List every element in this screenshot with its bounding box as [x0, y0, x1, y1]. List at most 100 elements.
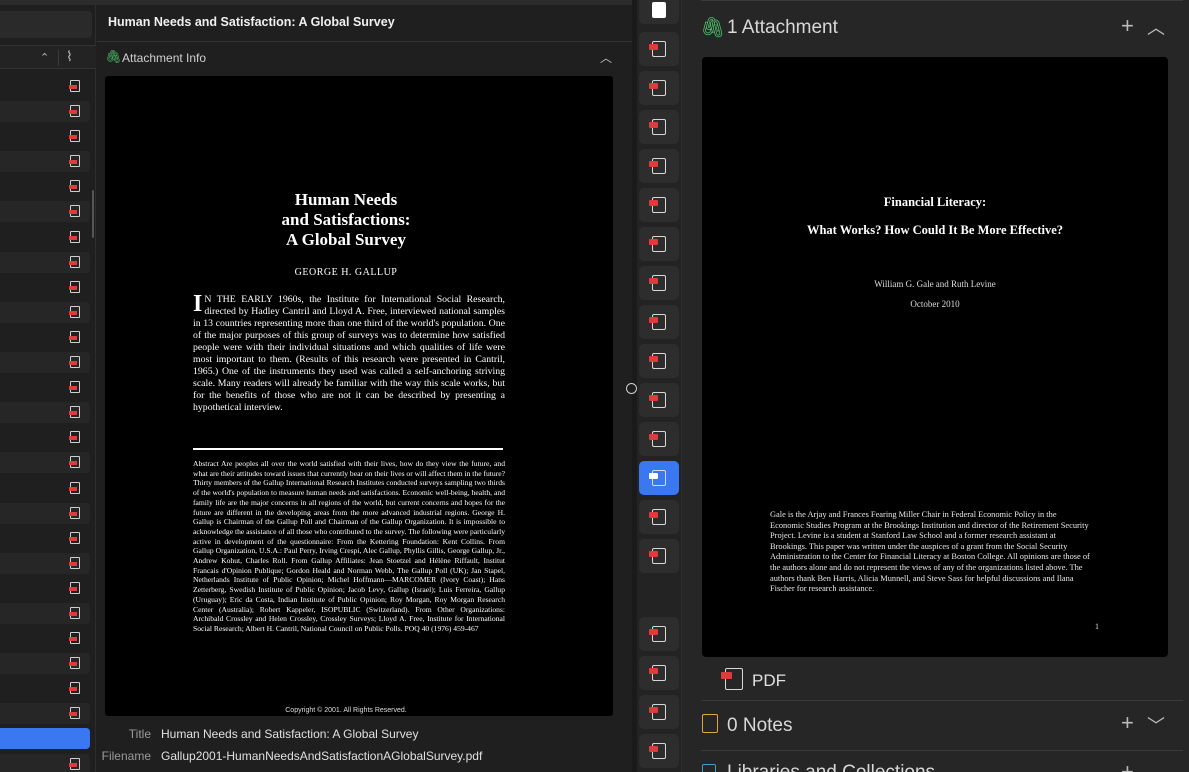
page-thumbnail[interactable]: [639, 656, 679, 690]
pdf-icon: [649, 470, 666, 486]
libraries-title: Libraries and Collections: [727, 762, 935, 772]
pdf-icon: [69, 356, 80, 369]
pdf-icon: [69, 481, 80, 494]
attachment-info-header[interactable]: 🖇 Attachment Info ︿: [97, 46, 632, 68]
page-thumbnail[interactable]: [639, 305, 679, 339]
pdf-icon: [69, 657, 80, 670]
pdf-icon: [649, 275, 666, 291]
meta-key: Filename: [101, 749, 151, 763]
list-item[interactable]: [0, 651, 96, 676]
pdf-icon: [69, 280, 80, 293]
add-collection-button[interactable]: +: [1121, 759, 1134, 772]
pdf-icon: [69, 431, 80, 444]
list-item[interactable]: [0, 149, 96, 174]
list-item[interactable]: [0, 701, 96, 726]
chevron-up-icon[interactable]: ︿: [1147, 760, 1165, 772]
pdf-icon: [649, 392, 666, 408]
notes-header[interactable]: 0 Notes + ﹀: [700, 706, 1180, 742]
list-item[interactable]: [0, 275, 96, 300]
page-thumbnail[interactable]: [639, 422, 679, 456]
list-item[interactable]: [0, 501, 96, 526]
attachments-header[interactable]: 🖇 1 Attachment + ︿: [700, 10, 1180, 46]
list-item[interactable]: [0, 400, 96, 425]
list-item[interactable]: [0, 74, 96, 99]
page-thumbnail[interactable]: [639, 617, 679, 651]
pdf-icon: [69, 682, 80, 695]
pdf-icon: [649, 80, 666, 96]
pdf-icon: [649, 353, 666, 369]
list-item[interactable]: [0, 124, 96, 149]
list-item-selected[interactable]: [0, 726, 96, 751]
page-thumbnail[interactable]: [639, 695, 679, 729]
meta-filename-value[interactable]: Gallup2001-HumanNeedsAndSatisfactionAGlo…: [161, 749, 482, 763]
list-item[interactable]: [0, 300, 96, 325]
list-item[interactable]: [0, 676, 96, 701]
list-item[interactable]: [0, 99, 96, 124]
list-item[interactable]: [0, 174, 96, 199]
page-thumbnail[interactable]: [639, 188, 679, 222]
list-item[interactable]: [0, 199, 96, 224]
paperclip-icon: 🖇: [700, 17, 726, 39]
list-item[interactable]: [0, 626, 96, 651]
add-attachment-button[interactable]: +: [1121, 13, 1134, 39]
page-thumbnail[interactable]: [639, 266, 679, 300]
page-thumbnail[interactable]: [639, 149, 679, 183]
add-note-button[interactable]: +: [1121, 710, 1134, 736]
page-thumbnail[interactable]: [639, 383, 679, 417]
scrollbar-thumb[interactable]: [92, 190, 94, 238]
page-thumbnail-active[interactable]: [639, 461, 679, 495]
list-item[interactable]: [0, 526, 96, 551]
note-icon: [702, 714, 718, 733]
list-item[interactable]: [0, 601, 96, 626]
page-thumbnail[interactable]: [639, 539, 679, 573]
pdf-icon: [69, 105, 80, 118]
list-item[interactable]: [0, 250, 96, 275]
pdf-icon: [69, 255, 80, 268]
list-item[interactable]: [0, 450, 96, 475]
page-thumbnail[interactable]: [639, 344, 679, 378]
pdf-icon: [69, 205, 80, 218]
thumbnail-strip: [637, 0, 682, 772]
pdf-preview[interactable]: Human Needs and Satisfactions: A Global …: [105, 76, 613, 716]
pdf-icon: [69, 707, 80, 720]
sort-chevron-icon[interactable]: ⌃: [40, 51, 49, 64]
page-thumbnail[interactable]: [639, 0, 679, 24]
chevron-up-icon[interactable]: ︿: [1147, 14, 1165, 40]
pdf-icon: [69, 506, 80, 519]
list-item[interactable]: [0, 576, 96, 601]
list-item[interactable]: [0, 752, 96, 772]
chevron-down-icon[interactable]: ﹀: [1147, 712, 1165, 738]
search-field[interactable]: [0, 11, 92, 38]
page-thumbnail[interactable]: [639, 110, 679, 144]
pdf-icon: [69, 632, 80, 645]
list-item[interactable]: [0, 551, 96, 576]
page-thumbnail[interactable]: [639, 227, 679, 261]
libraries-header[interactable]: Libraries and Collections + ︿: [700, 756, 1180, 772]
page-thumbnail[interactable]: [639, 734, 679, 768]
page-thumbnail[interactable]: [639, 32, 679, 66]
meta-title-row: Title Human Needs and Satisfaction: A Gl…: [97, 727, 632, 745]
body-text: N THE EARLY 1960s, the Institute for Int…: [193, 294, 505, 413]
splitter-handle[interactable]: [626, 383, 637, 394]
list-item[interactable]: [0, 375, 96, 400]
attachment-preview[interactable]: Financial Literacy: What Works? How Coul…: [702, 57, 1168, 657]
list-item[interactable]: [0, 425, 96, 450]
list-item[interactable]: [0, 225, 96, 250]
pdf-icon: [649, 431, 666, 447]
page-thumbnail[interactable]: [639, 71, 679, 105]
pdf-icon: [649, 197, 666, 213]
list-item[interactable]: [0, 325, 96, 350]
meta-title-value[interactable]: Human Needs and Satisfaction: A Global S…: [161, 727, 418, 741]
pdf-icon: [69, 406, 80, 419]
list-item[interactable]: [0, 476, 96, 501]
page-thumbnail[interactable]: [639, 500, 679, 534]
item-pane-side: 🖇 1 Attachment + ︿ Financial Literacy: W…: [685, 0, 1189, 772]
notes-title: 0 Notes: [727, 715, 793, 736]
pdf-icon: [69, 581, 80, 594]
document-icon: [652, 2, 666, 18]
attachments-column-icon[interactable]: ⌇: [66, 48, 73, 65]
item-rows: [0, 74, 96, 772]
attachment-detail: Human Needs and Satisfaction: A Global S…: [97, 5, 632, 772]
list-item[interactable]: [0, 350, 96, 375]
chevron-up-icon[interactable]: ︿: [600, 49, 612, 66]
